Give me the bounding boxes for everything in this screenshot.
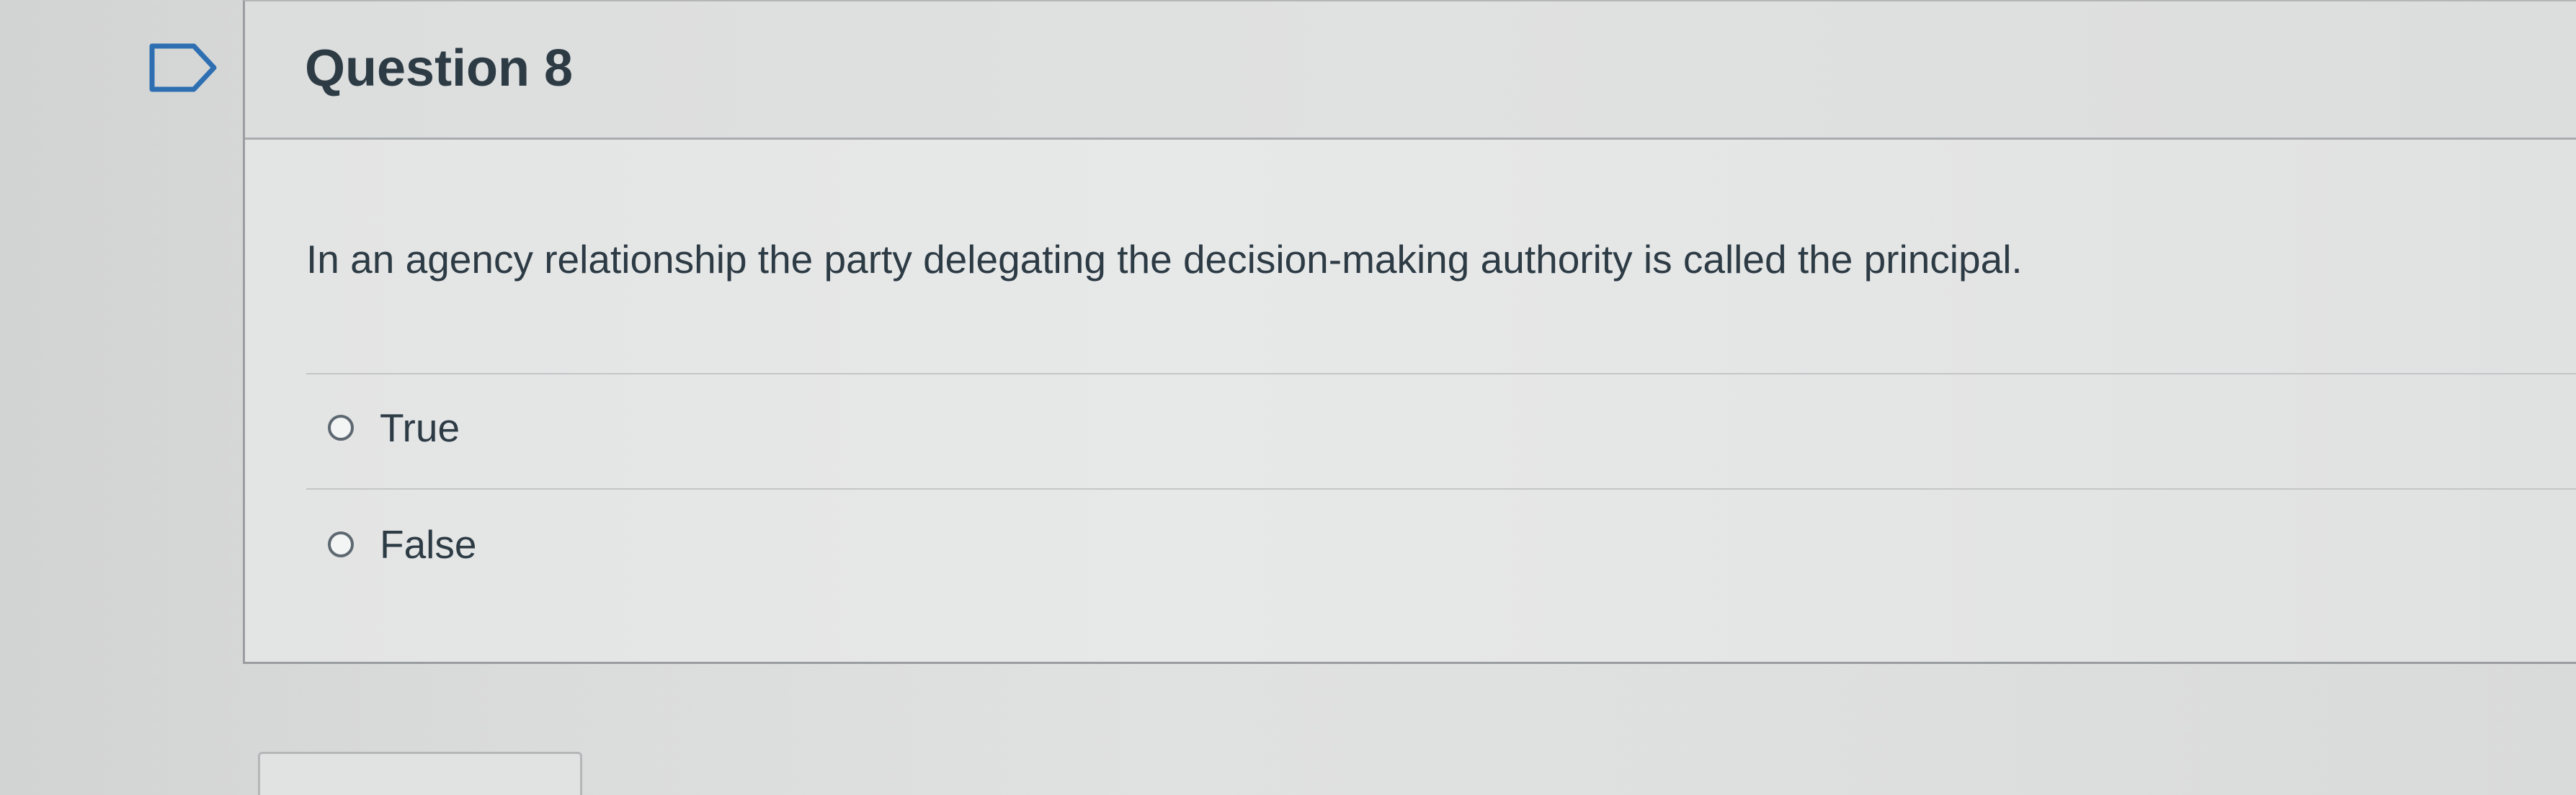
answer-label-false[interactable]: False	[380, 518, 477, 570]
radio-button-false[interactable]	[328, 531, 354, 557]
question-text: In an agency relationship the party dele…	[306, 237, 2023, 282]
question-title: Question 8	[305, 40, 574, 97]
next-question-card	[258, 752, 582, 795]
answer-option-false[interactable]: False	[328, 516, 477, 573]
radio-button-true[interactable]	[328, 415, 354, 441]
answer-divider	[306, 488, 2576, 490]
question-card: Question 8 In an agency relationship the…	[243, 0, 2576, 664]
answer-option-true[interactable]: True	[328, 399, 460, 457]
flag-question-icon[interactable]	[148, 42, 220, 94]
answer-divider	[306, 373, 2576, 374]
question-header: Question 8	[245, 1, 2576, 140]
answer-label-true[interactable]: True	[380, 402, 460, 454]
